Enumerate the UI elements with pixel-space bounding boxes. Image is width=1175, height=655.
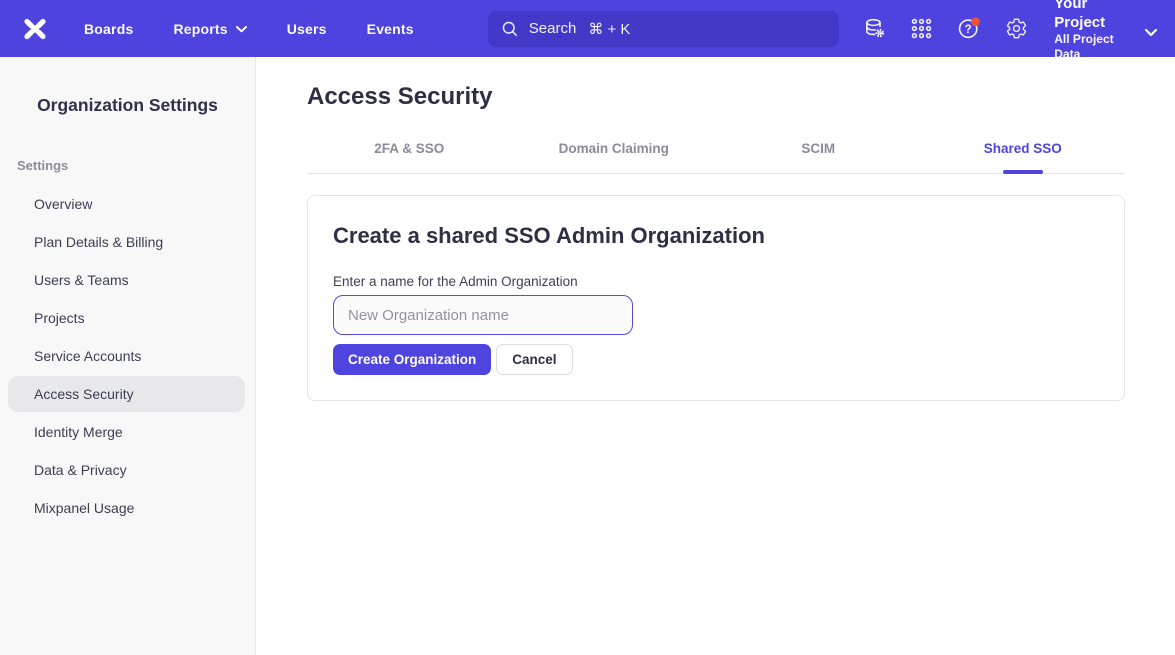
create-shared-sso-card: Create a shared SSO Admin Organization E… — [307, 195, 1125, 401]
sidebar-title: Organization Settings — [0, 95, 255, 116]
project-meta: Your Project All Project Data — [1054, 0, 1123, 62]
sidebar-item-label: Service Accounts — [34, 348, 141, 364]
search-icon — [501, 20, 519, 38]
sidebar-item-projects[interactable]: Projects — [0, 299, 255, 337]
sidebar-item-label: Projects — [34, 310, 85, 326]
primary-nav: Boards Reports Users Events — [64, 0, 434, 57]
sidebar-item-label: Mixpanel Usage — [34, 500, 134, 516]
nav-item-label: Events — [367, 21, 414, 37]
navbar-right-actions: ? Your Project All Project Data — [839, 0, 1157, 62]
sidebar-item-mixpanel-usage[interactable]: Mixpanel Usage — [0, 489, 255, 527]
tab-scim[interactable]: SCIM — [716, 125, 921, 173]
mixpanel-logo-icon[interactable] — [20, 14, 50, 44]
org-name-field-label: Enter a name for the Admin Organization — [333, 274, 1099, 289]
access-security-tabs: 2FA & SSO Domain Claiming SCIM Shared SS… — [307, 125, 1125, 174]
search-placeholder: Search — [529, 20, 577, 37]
sidebar-item-label: Users & Teams — [34, 272, 129, 288]
tab-label: Shared SSO — [984, 141, 1062, 156]
settings-gear-icon[interactable] — [1005, 17, 1028, 41]
sidebar-item-label: Access Security — [34, 386, 134, 402]
sidebar-item-plan-details-billing[interactable]: Plan Details & Billing — [0, 223, 255, 261]
sidebar-item-label: Identity Merge — [34, 424, 123, 440]
sidebar-section-settings: Settings — [17, 158, 255, 173]
apps-grid-icon[interactable] — [910, 17, 933, 41]
page-title: Access Security — [307, 83, 1125, 111]
cancel-button[interactable]: Cancel — [496, 344, 572, 375]
sidebar-item-access-security[interactable]: Access Security — [8, 376, 245, 412]
nav-item-reports[interactable]: Reports — [153, 0, 266, 57]
chevron-down-icon — [1145, 29, 1157, 37]
tab-label: 2FA & SSO — [374, 141, 444, 156]
help-icon[interactable]: ? — [957, 17, 981, 41]
global-search-input[interactable]: Search ⌘ + K — [488, 11, 839, 47]
nav-item-boards[interactable]: Boards — [64, 0, 153, 57]
sidebar-item-users-teams[interactable]: Users & Teams — [0, 261, 255, 299]
sidebar-item-service-accounts[interactable]: Service Accounts — [0, 337, 255, 375]
top-navbar: Boards Reports Users Events Search ⌘ + K — [0, 0, 1175, 57]
nav-item-label: Reports — [173, 21, 227, 37]
tab-label: SCIM — [801, 141, 835, 156]
sidebar-item-data-privacy[interactable]: Data & Privacy — [0, 451, 255, 489]
tab-label: Domain Claiming — [559, 141, 669, 156]
tab-domain-claiming[interactable]: Domain Claiming — [512, 125, 717, 173]
create-organization-button[interactable]: Create Organization — [333, 344, 491, 375]
sidebar-item-identity-merge[interactable]: Identity Merge — [0, 413, 255, 451]
nav-item-events[interactable]: Events — [347, 0, 434, 57]
question-mark-glyph: ? — [965, 24, 972, 36]
tab-2fa-sso[interactable]: 2FA & SSO — [307, 125, 512, 173]
notification-dot — [972, 17, 981, 26]
search-shortcut-hint: ⌘ + K — [588, 20, 630, 38]
project-title: Your Project — [1054, 0, 1123, 32]
data-management-icon[interactable] — [863, 17, 886, 41]
org-name-input[interactable] — [333, 295, 633, 335]
nav-item-label: Boards — [84, 21, 133, 37]
nav-item-users[interactable]: Users — [267, 0, 347, 57]
sidebar-item-label: Overview — [34, 196, 92, 212]
main-content: Access Security 2FA & SSO Domain Claimin… — [256, 57, 1175, 655]
card-actions: Create Organization Cancel — [333, 344, 1099, 375]
project-switcher[interactable]: Your Project All Project Data — [1054, 0, 1157, 62]
tab-shared-sso[interactable]: Shared SSO — [921, 125, 1126, 173]
nav-item-label: Users — [287, 21, 327, 37]
chevron-down-icon — [236, 26, 247, 33]
sidebar-item-label: Data & Privacy — [34, 462, 127, 478]
card-title: Create a shared SSO Admin Organization — [333, 223, 1099, 249]
sidebar-item-overview[interactable]: Overview — [0, 185, 255, 223]
org-settings-sidebar: Organization Settings Settings Overview … — [0, 57, 256, 655]
sidebar-item-label: Plan Details & Billing — [34, 234, 163, 250]
